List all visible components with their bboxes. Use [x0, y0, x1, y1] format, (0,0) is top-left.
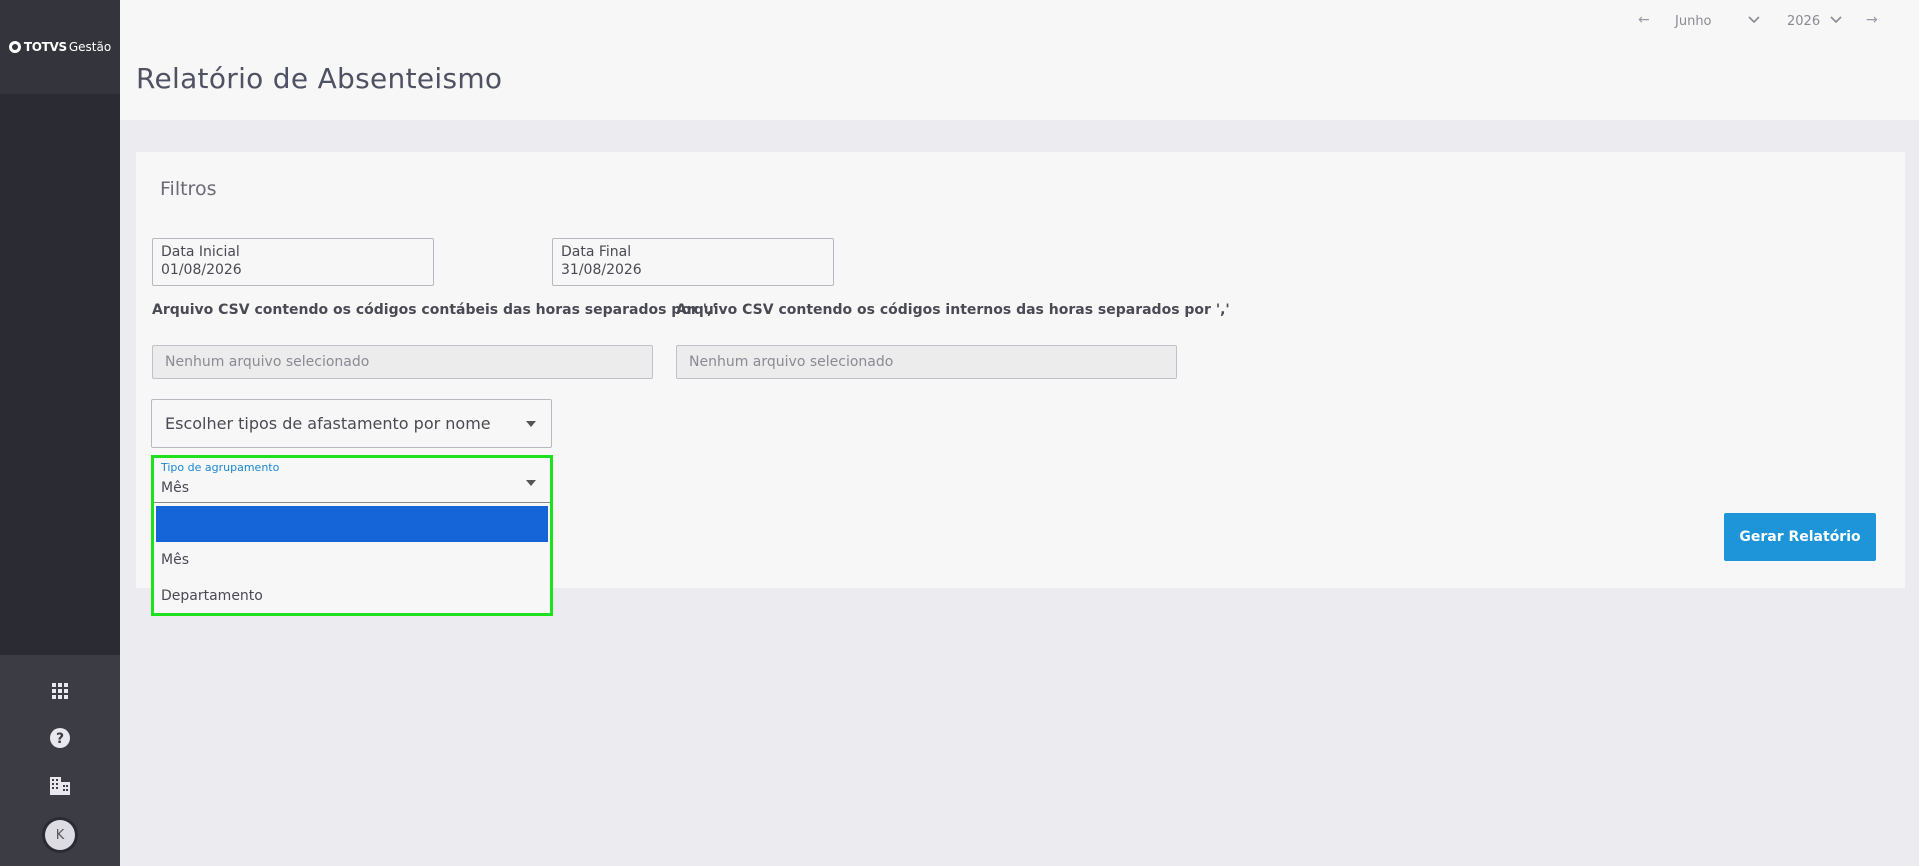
logo-area[interactable]: TOTVS Gestão: [0, 0, 120, 94]
end-date-field[interactable]: Data Final 31/08/2026: [552, 238, 834, 286]
absence-types-select[interactable]: Escolher tipos de afastamento por nome: [151, 399, 552, 448]
grouping-option-month[interactable]: Mês: [156, 542, 548, 578]
caret-down-icon: [526, 480, 536, 486]
end-date-label: Data Final: [561, 244, 632, 260]
logo-product: Gestão: [68, 40, 112, 54]
start-date-label: Data Inicial: [161, 244, 240, 260]
filters-title: Filtros: [160, 178, 217, 200]
grouping-option-empty[interactable]: [156, 506, 548, 542]
month-select[interactable]: Junho: [1675, 14, 1712, 29]
year-select[interactable]: 2026: [1787, 14, 1820, 29]
user-avatar[interactable]: K: [42, 817, 78, 853]
absence-types-placeholder: Escolher tipos de afastamento por nome: [165, 414, 491, 433]
apps-grid-icon[interactable]: [48, 679, 72, 703]
avatar-initial: K: [45, 820, 75, 850]
grouping-options-list: Mês Departamento: [156, 506, 548, 614]
csv-accounting-label: Arquivo CSV contendo os códigos contábei…: [152, 302, 717, 318]
svg-text:?: ?: [56, 731, 64, 747]
grouping-current-value: Mês: [161, 480, 189, 496]
caret-down-icon: [526, 421, 536, 427]
next-period-arrow-icon[interactable]: →: [1866, 12, 1878, 28]
totvs-logo: TOTVS Gestão: [8, 40, 112, 54]
building-icon[interactable]: [48, 774, 72, 798]
start-date-field[interactable]: Data Inicial 01/08/2026: [152, 238, 434, 286]
previous-period-arrow-icon[interactable]: ←: [1638, 12, 1650, 28]
month-chevron-down-icon[interactable]: [1748, 13, 1760, 28]
help-icon[interactable]: ?: [48, 726, 72, 750]
grouping-select-field[interactable]: Tipo de agrupamento Mês: [154, 458, 550, 503]
logo-brand: TOTVS: [23, 40, 67, 54]
csv-internal-file-input[interactable]: Nenhum arquivo selecionado: [676, 345, 1177, 379]
year-chevron-down-icon[interactable]: [1830, 13, 1842, 28]
sidebar: TOTVS Gestão ? K: [0, 0, 120, 866]
csv-accounting-file-input[interactable]: Nenhum arquivo selecionado: [152, 345, 653, 379]
grouping-label: Tipo de agrupamento: [161, 461, 280, 474]
grouping-select[interactable]: Tipo de agrupamento Mês Mês Departamento: [151, 455, 553, 616]
totvs-logo-icon: [8, 41, 21, 53]
start-date-value[interactable]: 01/08/2026: [161, 261, 425, 279]
end-date-value[interactable]: 31/08/2026: [561, 261, 825, 279]
generate-report-button[interactable]: Gerar Relatório: [1724, 513, 1876, 561]
grouping-option-department[interactable]: Departamento: [156, 578, 548, 614]
csv-internal-label: Arquivo CSV contendo os códigos internos…: [676, 302, 1230, 318]
page-title: Relatório de Absenteismo: [136, 62, 503, 95]
